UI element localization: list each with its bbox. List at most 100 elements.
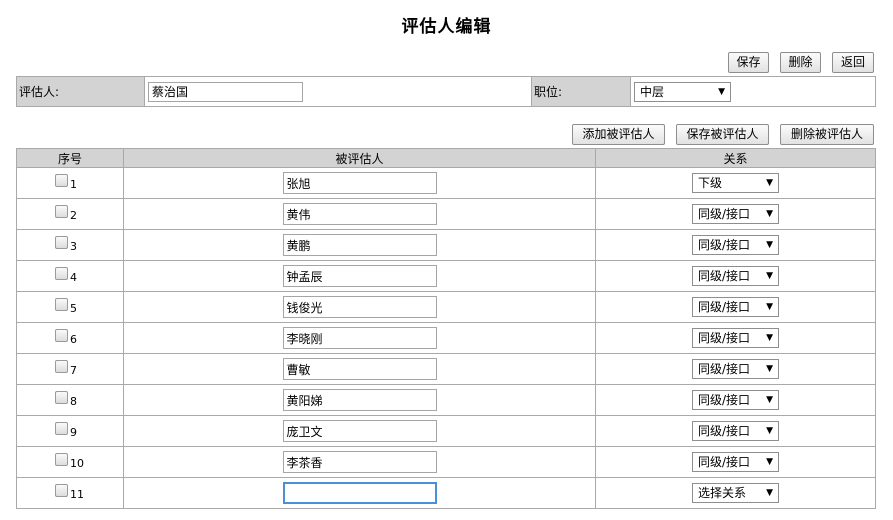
relation-select-value: 同级/接口 (698, 207, 751, 221)
relation-select-value: 同级/接口 (698, 331, 751, 345)
name-cell (123, 291, 596, 323)
name-cell (123, 415, 596, 447)
relation-select-value: 同级/接口 (698, 269, 751, 283)
row-number: 1 (70, 177, 77, 191)
table-row: 10 同级/接口 ▼ (16, 446, 876, 478)
relation-select-value: 同级/接口 (698, 424, 751, 438)
seq-wrap: 10 (55, 451, 85, 471)
seq-wrap: 6 (55, 327, 85, 347)
seq-cell: 2 (16, 198, 124, 230)
checkbox-icon[interactable] (55, 235, 68, 249)
relation-select[interactable]: 同级/接口 ▼ (692, 297, 779, 317)
seq-cell: 3 (16, 229, 124, 261)
seq-wrap: 11 (55, 482, 85, 502)
position-select[interactable]: 中层 ▼ (634, 81, 731, 102)
name-cell (123, 353, 596, 385)
seq-wrap: 4 (55, 265, 85, 285)
row-number: 4 (70, 270, 77, 284)
checkbox-icon[interactable] (55, 390, 68, 404)
checkbox-icon[interactable] (55, 266, 68, 280)
table-row: 3 同级/接口 ▼ (16, 229, 876, 261)
relation-select[interactable]: 同级/接口 ▼ (692, 421, 779, 441)
seq-cell: 1 (16, 167, 124, 199)
relation-cell: 同级/接口 ▼ (595, 384, 876, 416)
relation-select[interactable]: 同级/接口 ▼ (692, 235, 779, 255)
checkbox-icon[interactable] (55, 297, 68, 311)
dropdown-arrow-icon: ▼ (766, 488, 773, 498)
dropdown-arrow-icon: ▼ (766, 395, 773, 405)
row-number: 2 (70, 208, 77, 222)
row-number: 11 (70, 487, 84, 501)
assessee-name-input[interactable] (282, 296, 437, 318)
name-cell (123, 260, 596, 292)
relation-select[interactable]: 同级/接口 ▼ (692, 452, 779, 472)
assessor-info-table: 评估人: 职位: 中层 ▼ (16, 76, 876, 107)
assessee-name-input[interactable] (282, 234, 437, 256)
assessee-name-input[interactable] (282, 420, 437, 442)
assessee-name-input[interactable] (282, 389, 437, 411)
seq-cell: 11 (16, 477, 124, 509)
relation-select-value: 同级/接口 (698, 393, 751, 407)
assessee-name-input[interactable] (282, 265, 437, 287)
seq-cell: 8 (16, 384, 124, 416)
assessee-table: 序号 被评估人 关系 1 下级 ▼ 2 同级/接口 ▼ 3 同级/接口 ▼ 4 同级/接口 ▼ 5 同级/… (16, 148, 876, 509)
name-cell (123, 167, 596, 199)
position-label: 职位: (531, 76, 631, 107)
table-row: 8 同级/接口 ▼ (16, 384, 876, 416)
delete-assessee-button[interactable]: 删除被评估人 (780, 124, 874, 145)
seq-cell: 9 (16, 415, 124, 447)
add-assessee-button[interactable]: 添加被评估人 (572, 124, 665, 145)
relation-select[interactable]: 下级 ▼ (692, 173, 779, 193)
table-row: 2 同级/接口 ▼ (16, 198, 876, 230)
checkbox-icon[interactable] (55, 421, 68, 435)
seq-wrap: 3 (55, 234, 85, 254)
checkbox-icon[interactable] (55, 452, 68, 466)
relation-cell: 同级/接口 ▼ (595, 415, 876, 447)
name-cell (123, 322, 596, 354)
assessee-name-input[interactable] (282, 451, 437, 473)
dropdown-arrow-icon: ▼ (766, 364, 773, 374)
assessor-value-cell (144, 76, 532, 107)
table-row: 7 同级/接口 ▼ (16, 353, 876, 385)
relation-select[interactable]: 同级/接口 ▼ (692, 266, 779, 286)
relation-select[interactable]: 同级/接口 ▼ (692, 359, 779, 379)
checkbox-icon[interactable] (55, 328, 68, 342)
relation-select[interactable]: 同级/接口 ▼ (692, 204, 779, 224)
dropdown-arrow-icon: ▼ (766, 178, 773, 188)
row-number: 3 (70, 239, 77, 253)
dropdown-arrow-icon: ▼ (766, 333, 773, 343)
seq-wrap: 8 (55, 389, 85, 409)
table-header-row: 序号 被评估人 关系 (16, 148, 876, 168)
row-number: 5 (70, 301, 77, 315)
relation-select[interactable]: 同级/接口 ▼ (692, 328, 779, 348)
save-assessee-button[interactable]: 保存被评估人 (676, 124, 769, 145)
relation-select-value: 同级/接口 (698, 455, 751, 469)
name-cell (123, 477, 596, 509)
seq-cell: 6 (16, 322, 124, 354)
name-cell (123, 198, 596, 230)
relation-select[interactable]: 选择关系 ▼ (692, 483, 779, 503)
seq-cell: 4 (16, 260, 124, 292)
assessee-name-input[interactable] (282, 482, 437, 504)
assessee-name-input[interactable] (282, 327, 437, 349)
relation-select[interactable]: 同级/接口 ▼ (692, 390, 779, 410)
assessor-name-input[interactable] (148, 81, 303, 102)
checkbox-icon[interactable] (55, 359, 68, 373)
checkbox-icon[interactable] (55, 173, 68, 187)
checkbox-icon[interactable] (55, 204, 68, 218)
relation-cell: 同级/接口 ▼ (595, 353, 876, 385)
row-number: 9 (70, 425, 77, 439)
delete-button[interactable]: 删除 (780, 52, 821, 73)
save-button[interactable]: 保存 (728, 52, 769, 73)
checkbox-icon[interactable] (55, 483, 68, 497)
assessee-name-input[interactable] (282, 203, 437, 225)
position-value-cell: 中层 ▼ (630, 76, 876, 107)
row-number: 7 (70, 363, 77, 377)
table-row: 5 同级/接口 ▼ (16, 291, 876, 323)
back-button[interactable]: 返回 (832, 52, 874, 73)
assessee-name-input[interactable] (282, 172, 437, 194)
relation-select-value: 同级/接口 (698, 362, 751, 376)
assessee-name-input[interactable] (282, 358, 437, 380)
relation-cell: 同级/接口 ▼ (595, 446, 876, 478)
row-number: 10 (70, 456, 84, 470)
